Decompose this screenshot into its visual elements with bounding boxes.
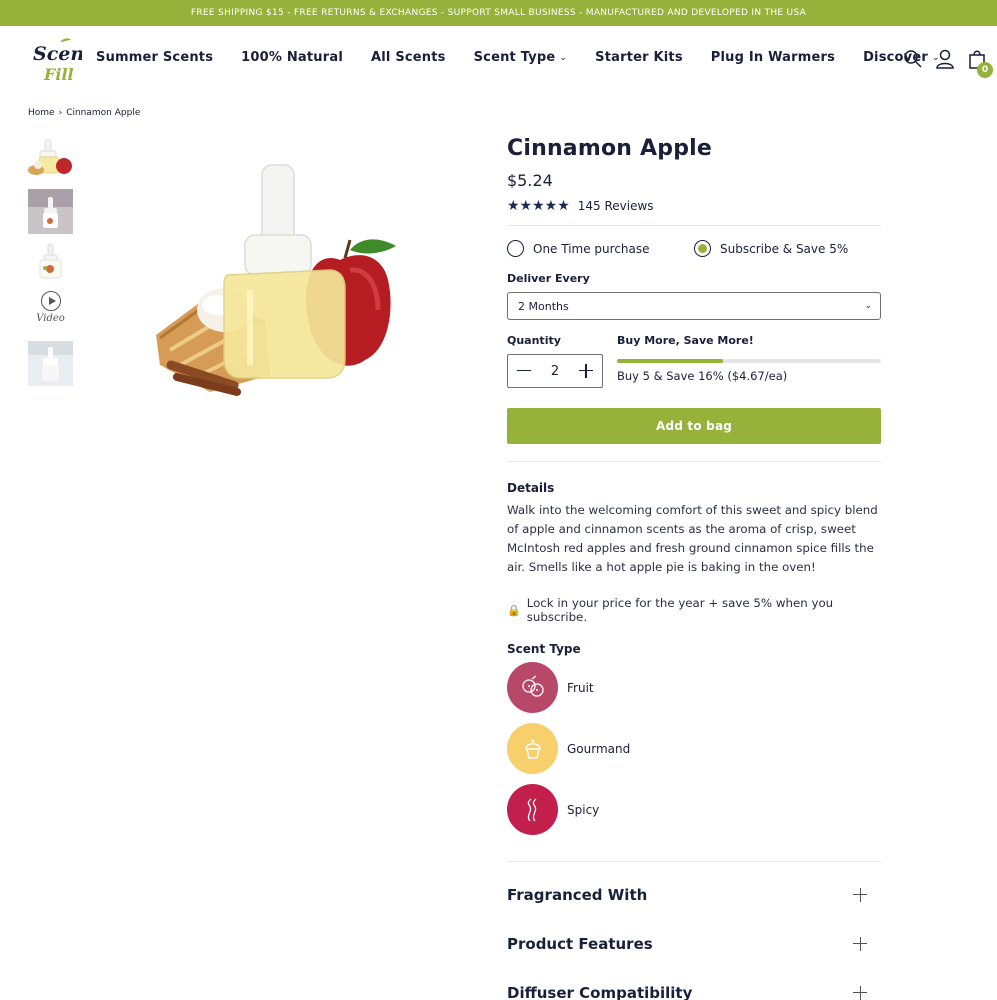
quantity-label: Quantity bbox=[507, 334, 561, 347]
divider bbox=[507, 461, 881, 462]
nav-starter-kits[interactable]: Starter Kits bbox=[595, 50, 683, 65]
chevron-down-icon: ⌄ bbox=[864, 301, 872, 311]
product-price: $5.24 bbox=[507, 171, 553, 190]
product-accordion: Fragranced With Product Features Diffuse… bbox=[507, 870, 881, 1000]
lock-note-text: Lock in your price for the year + save 5… bbox=[526, 596, 834, 624]
product-details: Cinnamon Apple $5.24 ★★★★★ 145 Reviews O… bbox=[507, 136, 881, 1000]
cupcake-icon bbox=[507, 723, 558, 774]
plus-icon[interactable] bbox=[853, 985, 867, 1000]
bag-icon[interactable]: 0 bbox=[967, 48, 993, 78]
scent-type-gourmand-label: Gourmand bbox=[567, 741, 631, 756]
promo-text: FREE SHIPPING $15 - FREE RETURNS & EXCHA… bbox=[190, 8, 807, 18]
accordion-fragranced-with-label: Fragranced With bbox=[507, 885, 648, 904]
star-rating-icon: ★★★★★ bbox=[507, 198, 570, 214]
accordion-product-features-label: Product Features bbox=[507, 934, 653, 953]
promo-bar: FREE SHIPPING $15 - FREE RETURNS & EXCHA… bbox=[0, 0, 997, 26]
accordion-fragranced-with[interactable]: Fragranced With bbox=[507, 870, 881, 919]
purchase-options: One Time purchase Subscribe & Save 5% bbox=[507, 240, 881, 257]
scent-type-fruit[interactable]: Fruit bbox=[507, 662, 696, 713]
thumbnail-4[interactable] bbox=[28, 341, 73, 386]
bulk-savings-text: Buy 5 & Save 16% ($4.67/ea) bbox=[617, 369, 788, 383]
accordion-product-features[interactable]: Product Features bbox=[507, 919, 881, 968]
add-to-bag-button[interactable]: Add to bag bbox=[507, 408, 881, 444]
bulk-savings-title: Buy More, Save More! bbox=[617, 334, 754, 347]
plus-icon[interactable] bbox=[578, 363, 594, 379]
accordion-diffuser-compatibility[interactable]: Diffuser Compatibility bbox=[507, 968, 881, 1000]
scent-type-heading: Scent Type bbox=[507, 642, 581, 656]
details-description: Walk into the welcoming comfort of this … bbox=[507, 503, 878, 574]
scent-type-list: Fruit Gourmand Spicy bbox=[507, 662, 881, 845]
breadcrumb-home[interactable]: Home bbox=[28, 108, 55, 118]
search-icon[interactable] bbox=[903, 48, 923, 70]
thumbnail-2[interactable] bbox=[28, 189, 73, 234]
quantity-value[interactable]: 2 bbox=[551, 364, 559, 379]
divider bbox=[507, 225, 881, 226]
thumbnail-3[interactable] bbox=[28, 240, 73, 285]
divider bbox=[507, 861, 881, 862]
thumbnail-video[interactable]: Video bbox=[28, 291, 73, 333]
review-count[interactable]: 145 Reviews bbox=[578, 199, 654, 213]
subscribe-option[interactable]: Subscribe & Save 5% bbox=[694, 240, 881, 257]
breadcrumb: Home › Cinnamon Apple bbox=[28, 108, 140, 118]
main-product-image[interactable] bbox=[150, 160, 410, 400]
site-header: Scent Fill Summer Scents 100% Natural Al… bbox=[0, 26, 997, 96]
bulk-savings: Buy More, Save More! Buy 5 & Save 16% ($… bbox=[617, 334, 881, 388]
chevron-down-icon: ⌄ bbox=[559, 52, 568, 63]
product-title: Cinnamon Apple bbox=[507, 136, 713, 161]
deliver-every-label: Deliver Every bbox=[507, 272, 590, 285]
video-label: Video bbox=[36, 313, 65, 324]
product-rating[interactable]: ★★★★★ 145 Reviews bbox=[507, 198, 881, 214]
minus-icon[interactable] bbox=[516, 363, 532, 379]
smoke-icon bbox=[507, 784, 558, 835]
header-icons: 0 bbox=[903, 48, 993, 78]
nav-scent-type[interactable]: Scent Type ⌄ bbox=[474, 50, 568, 65]
plus-icon[interactable] bbox=[853, 936, 867, 951]
quantity-row: Quantity 2 Buy More, Save More! Buy 5 & … bbox=[507, 334, 881, 388]
one-time-label: One Time purchase bbox=[533, 241, 650, 256]
deliver-frequency-value: 2 Months bbox=[518, 299, 569, 313]
nav-summer-scents[interactable]: Summer Scents bbox=[96, 50, 213, 65]
bulk-progress-fill bbox=[617, 359, 723, 363]
scent-type-fruit-label: Fruit bbox=[567, 680, 594, 695]
scent-type-spicy[interactable]: Spicy bbox=[507, 784, 696, 835]
breadcrumb-separator: › bbox=[58, 108, 63, 118]
nav-all-scents[interactable]: All Scents bbox=[371, 50, 446, 65]
details-heading: Details bbox=[507, 481, 555, 495]
accordion-diffuser-compatibility-label: Diffuser Compatibility bbox=[507, 983, 693, 1000]
logo-text-fill: Fill bbox=[43, 65, 74, 84]
thumbnail-gallery: Video bbox=[28, 138, 73, 392]
nav-100-natural[interactable]: 100% Natural bbox=[241, 50, 343, 65]
main-nav: Summer Scents 100% Natural All Scents Sc… bbox=[96, 50, 968, 65]
radio-one-time[interactable] bbox=[507, 240, 524, 257]
play-icon bbox=[40, 291, 61, 311]
plus-icon[interactable] bbox=[853, 887, 867, 902]
user-icon[interactable] bbox=[935, 48, 955, 70]
scent-type-spicy-label: Spicy bbox=[567, 802, 600, 817]
quantity-stepper: 2 bbox=[507, 354, 603, 388]
subscribe-label: Subscribe & Save 5% bbox=[720, 241, 849, 256]
logo-text-scent: Scent bbox=[33, 43, 82, 65]
breadcrumb-current: Cinnamon Apple bbox=[66, 108, 141, 118]
lock-icon: 🔒 bbox=[507, 603, 521, 617]
subscription-lock-note: 🔒 Lock in your price for the year + save… bbox=[507, 596, 881, 624]
one-time-purchase-option[interactable]: One Time purchase bbox=[507, 240, 694, 257]
scent-fill-logo[interactable]: Scent Fill bbox=[30, 36, 93, 84]
deliver-frequency-select[interactable]: 2 Months ⌄ bbox=[507, 292, 881, 320]
nav-plug-in-warmers[interactable]: Plug In Warmers bbox=[711, 50, 835, 65]
berries-icon bbox=[507, 662, 558, 713]
bulk-progress-bar bbox=[617, 359, 881, 363]
scent-type-gourmand[interactable]: Gourmand bbox=[507, 723, 696, 774]
cart-count-badge: 0 bbox=[977, 62, 993, 78]
thumbnail-1[interactable] bbox=[28, 138, 73, 183]
radio-subscribe[interactable] bbox=[694, 240, 711, 257]
